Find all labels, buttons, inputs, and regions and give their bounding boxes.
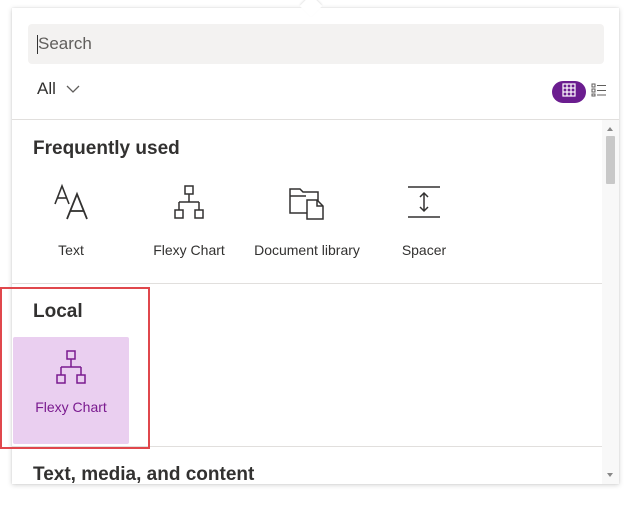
section-divider bbox=[12, 283, 602, 284]
chevron-down-icon bbox=[66, 79, 80, 99]
filter-label: All bbox=[37, 79, 56, 98]
spacer-icon bbox=[406, 184, 442, 226]
category-filter-dropdown[interactable]: All bbox=[37, 78, 80, 100]
scrollbar-thumb[interactable] bbox=[606, 136, 615, 184]
search-input[interactable] bbox=[38, 24, 588, 64]
list-view-button[interactable] bbox=[588, 81, 610, 103]
grid-view-button[interactable] bbox=[552, 81, 586, 103]
text-icon bbox=[51, 182, 91, 228]
folder-doc-icon bbox=[288, 183, 326, 227]
grid-icon bbox=[562, 82, 576, 102]
section-title-text-media: Text, media, and content bbox=[33, 464, 255, 484]
vertical-scrollbar[interactable] bbox=[602, 120, 619, 484]
section-title-local: Local bbox=[33, 301, 83, 322]
tile-label: Flexy Chart bbox=[35, 399, 107, 415]
list-icon bbox=[591, 83, 607, 102]
scroll-up-icon[interactable] bbox=[607, 127, 613, 131]
webpart-list: Frequently used Text Flexy Chart Documen… bbox=[12, 120, 602, 484]
tile-label: Document library bbox=[254, 242, 360, 258]
section-title-frequently-used: Frequently used bbox=[33, 138, 180, 159]
org-chart-icon bbox=[53, 349, 89, 388]
org-chart-icon bbox=[171, 184, 207, 226]
tile-label: Text bbox=[58, 242, 84, 258]
scroll-down-icon[interactable] bbox=[607, 473, 613, 477]
tile-spacer[interactable]: Spacer bbox=[366, 183, 482, 261]
tile-text[interactable]: Text bbox=[13, 183, 129, 261]
tile-label: Flexy Chart bbox=[153, 242, 225, 258]
search-box[interactable] bbox=[28, 24, 604, 64]
view-toggle bbox=[552, 80, 610, 104]
tile-local-flexy-chart[interactable]: Flexy Chart bbox=[13, 337, 129, 444]
tile-document-library[interactable]: Document library bbox=[249, 183, 365, 261]
tile-label: Spacer bbox=[401, 242, 447, 258]
section-divider bbox=[12, 446, 602, 447]
tile-flexy-chart[interactable]: Flexy Chart bbox=[131, 183, 247, 261]
